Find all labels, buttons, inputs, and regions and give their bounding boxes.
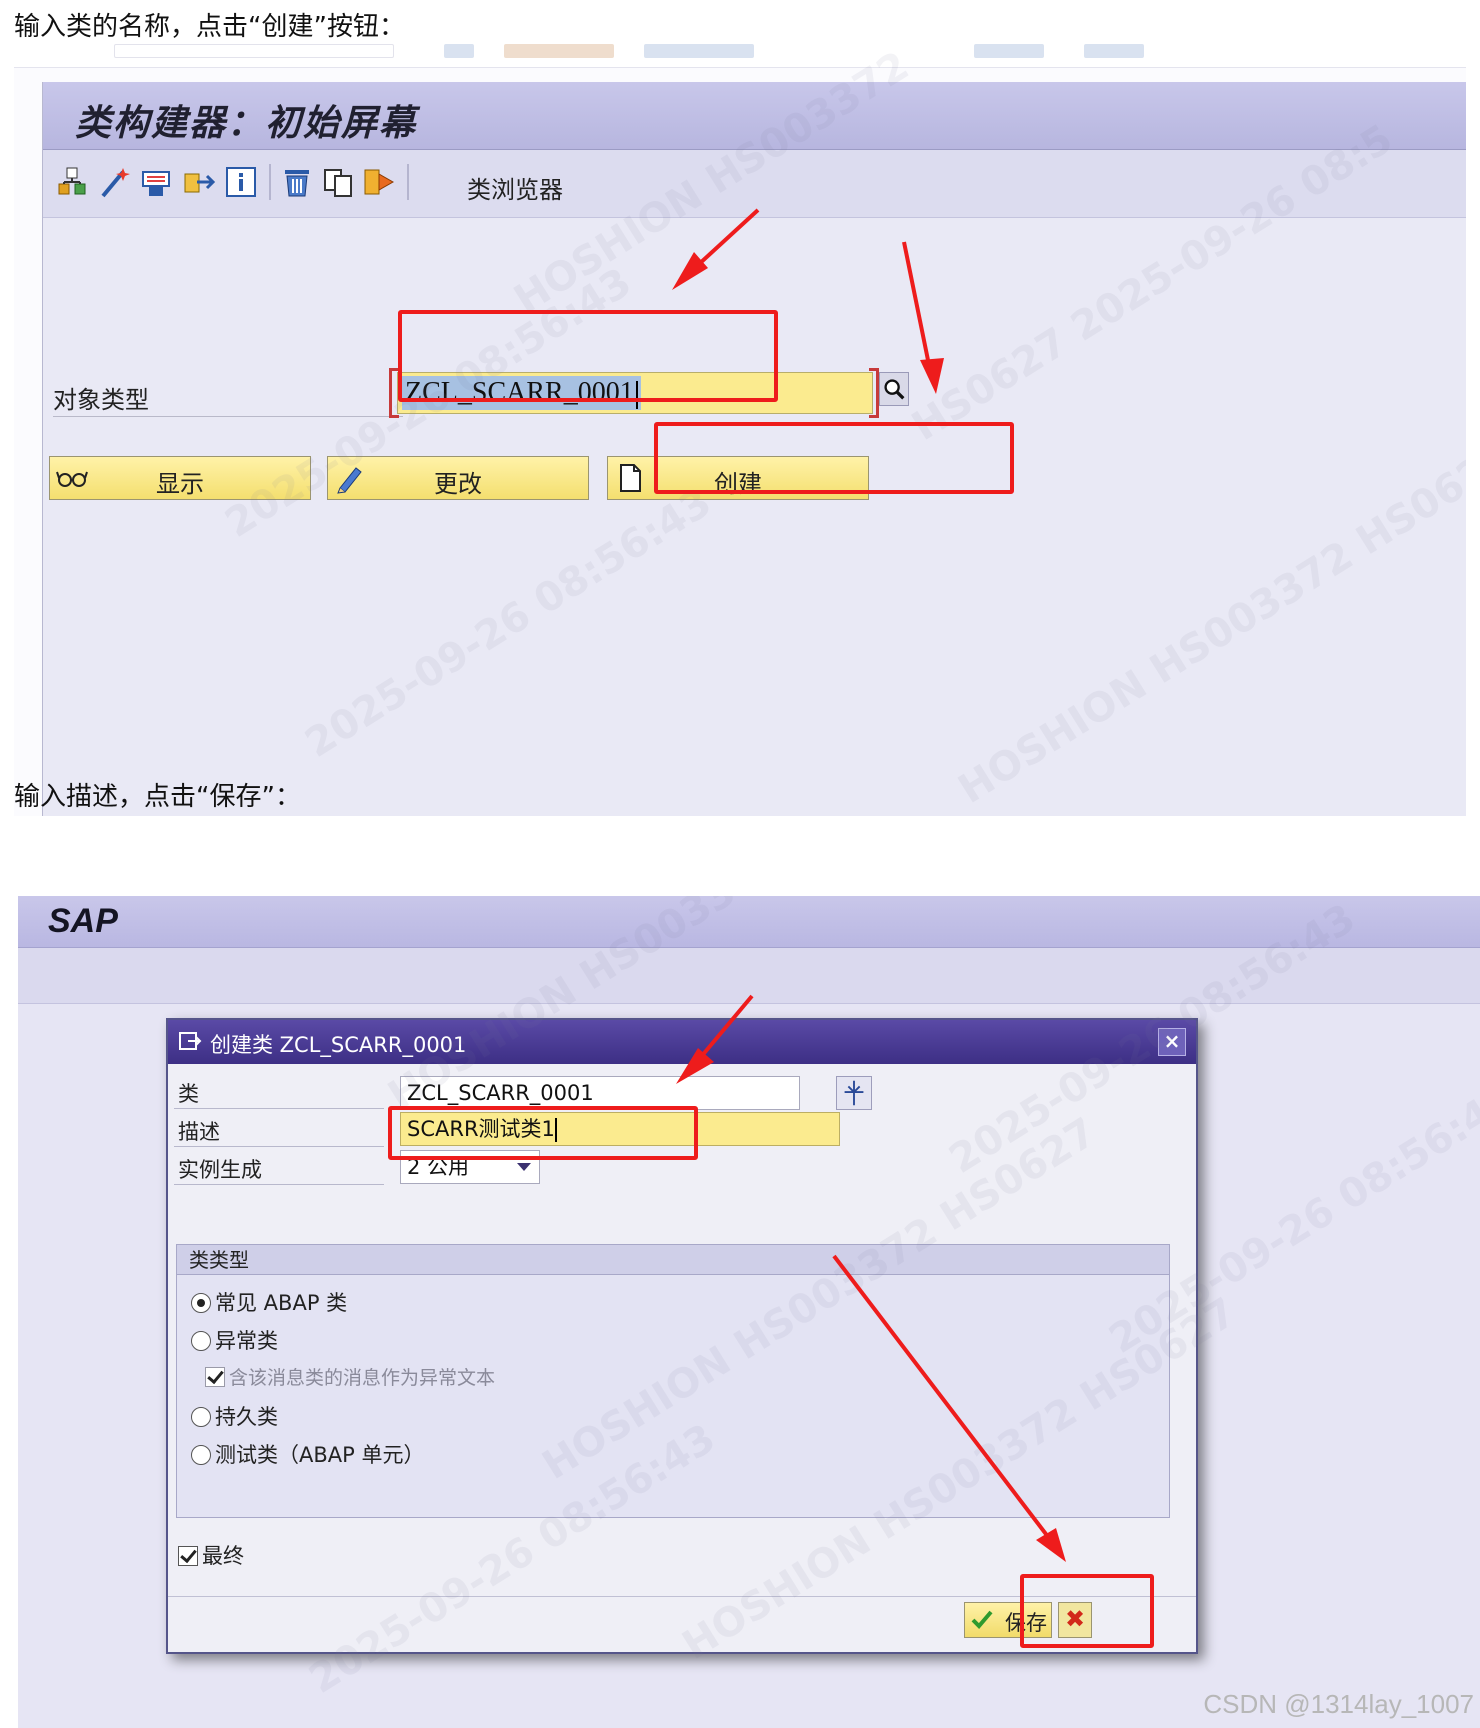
radio-icon [191, 1407, 211, 1427]
description-label: 描述 [178, 1120, 220, 1144]
radio-regular-label: 常见 ABAP 类 [215, 1291, 348, 1315]
instantiation-label: 实例生成 [178, 1158, 262, 1182]
title-bar: 类构建器：初始屏幕 [43, 82, 1466, 150]
translate-icon[interactable] [361, 164, 397, 200]
magic-wand-icon[interactable] [97, 164, 133, 200]
info-icon[interactable] [223, 164, 259, 200]
highlight-description [388, 1106, 698, 1160]
class-label: 类 [178, 1082, 199, 1106]
dialog-title-bar: 创建类 ZCL_SCARR_0001 × [168, 1020, 1196, 1064]
radio-test-label: 测试类（ABAP 单元） [215, 1443, 425, 1467]
final-label: 最终 [202, 1544, 244, 1568]
required-bracket-right [869, 368, 879, 418]
hierarchy-icon[interactable] [55, 164, 91, 200]
radio-test-class[interactable]: 测试类（ABAP 单元） [191, 1439, 424, 1469]
radio-persistent-class[interactable]: 持久类 [191, 1401, 278, 1431]
application-toolbar [18, 948, 1480, 1004]
object-type-label: 对象类型 [53, 386, 149, 414]
checkbox-message-text: 含该消息类的消息作为异常文本 [205, 1363, 495, 1390]
class-type-group-title: 类类型 [177, 1245, 1169, 1275]
dialog-window-icon [179, 1032, 202, 1050]
checkbox-checked-icon [205, 1367, 225, 1387]
create-class-screenshot: SAP 创建类 ZCL_SCARR_0001 × 类 ZCL_SCARR_000… [18, 896, 1480, 1728]
top-toolbar-strip [14, 40, 1466, 68]
delete-icon[interactable] [279, 164, 315, 200]
search-help-icon[interactable] [879, 372, 909, 406]
field-underline [174, 1146, 384, 1147]
highlight-save-button [1020, 1574, 1154, 1648]
radio-selected-icon [191, 1293, 211, 1313]
checkbox-message-text-label: 含该消息类的消息作为异常文本 [229, 1367, 496, 1389]
checkbox-checked-icon [178, 1546, 198, 1566]
radio-exception-label: 异常类 [215, 1329, 278, 1353]
step2-caption: 输入描述，点击“保存”： [14, 782, 301, 812]
class-browser-button[interactable]: 类浏览器 [467, 170, 563, 205]
display-button-label: 显示 [156, 470, 204, 498]
print-icon[interactable] [139, 164, 175, 200]
radio-exception-class[interactable]: 异常类 [191, 1325, 278, 1355]
radio-icon [191, 1445, 211, 1465]
csdn-credit: CSDN @1314lay_1007 [1203, 1689, 1474, 1719]
change-button-label: 更改 [434, 470, 482, 498]
sap-logo: SAP [48, 902, 118, 940]
pin-icon[interactable] [836, 1076, 872, 1110]
step1-caption: 输入类的名称，点击“创建”按钮： [14, 12, 405, 42]
dialog-title: 创建类 ZCL_SCARR_0001 [210, 1033, 467, 1057]
checkbox-final[interactable]: 最终 [178, 1540, 244, 1570]
class-name-field[interactable]: ZCL_SCARR_0001 [400, 1076, 800, 1110]
field-underline [53, 416, 403, 417]
highlight-create-button [654, 422, 1014, 494]
radio-icon [191, 1331, 211, 1351]
checkmark-icon [971, 1610, 993, 1629]
toolbar-separator [269, 164, 271, 200]
class-type-group: 类类型 常见 ABAP 类 异常类 含该消息类的消息作为异常文本 持久类 测试类… [176, 1244, 1170, 1518]
screen-title: 类构建器：初始屏幕 [75, 102, 418, 144]
radio-persistent-label: 持久类 [215, 1405, 278, 1429]
chevron-down-icon [517, 1163, 531, 1171]
radio-regular-abap-class[interactable]: 常见 ABAP 类 [191, 1287, 347, 1317]
field-underline [174, 1108, 384, 1109]
application-toolbar: 类浏览器 [43, 150, 1466, 218]
export-icon[interactable] [181, 164, 217, 200]
field-underline [174, 1184, 384, 1185]
toolbar-separator [407, 164, 409, 200]
close-icon[interactable]: × [1158, 1028, 1186, 1056]
display-button[interactable]: 显示 [49, 456, 311, 500]
highlight-object-type [398, 310, 778, 402]
sap-title-bar: SAP [18, 896, 1480, 948]
change-button[interactable]: 更改 [327, 456, 589, 500]
copy-icon[interactable] [321, 164, 357, 200]
